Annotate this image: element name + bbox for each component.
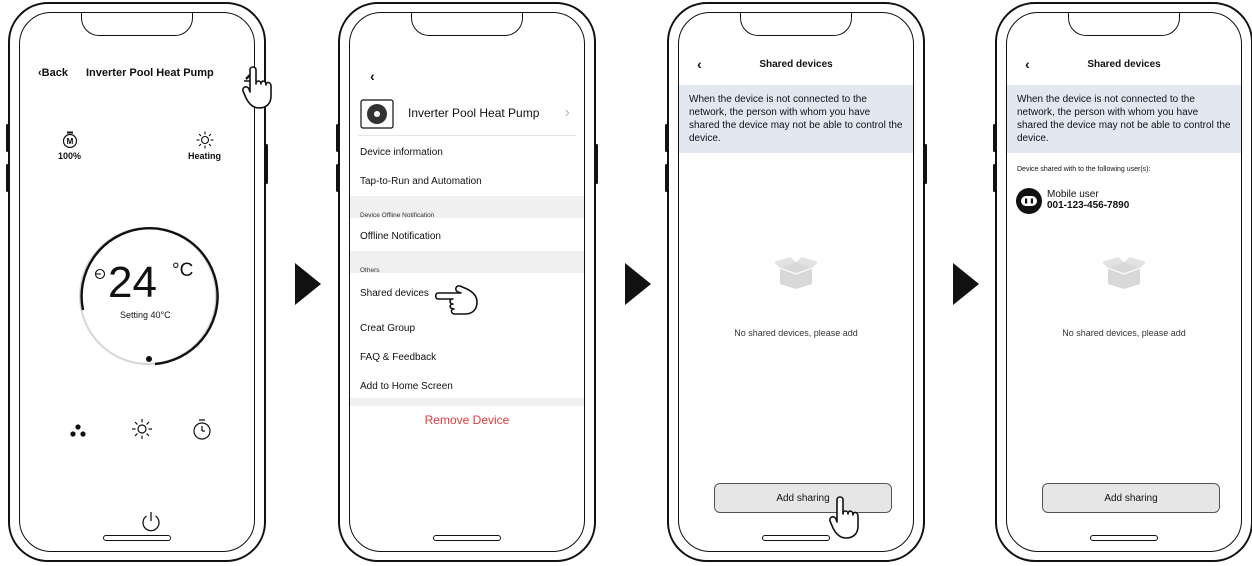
menu-shared-devices[interactable]: Shared devices	[360, 288, 429, 299]
phone-shared-empty-screen: ‹ Shared devices When the device is not …	[665, 2, 927, 562]
device-name: Inverter Pool Heat Pump	[408, 106, 540, 120]
phone-notch	[740, 13, 852, 36]
menu-faq-feedback[interactable]: FAQ & Feedback	[360, 352, 436, 363]
flow-arrow-1	[295, 263, 321, 305]
menu-device-information[interactable]: Device information	[360, 147, 443, 158]
flow-arrow-3	[953, 263, 979, 305]
section-label-others: Others	[360, 267, 380, 274]
pointing-hand-icon	[829, 496, 859, 539]
menu-add-home-screen[interactable]: Add to Home Screen	[360, 381, 453, 392]
avatar	[1016, 188, 1042, 214]
menu-tap-to-run[interactable]: Tap-to-Run and Automation	[360, 176, 482, 187]
mode-status[interactable]: Heating	[188, 131, 221, 161]
phone-settings-screen: ‹ Inverter Pool Heat Pump › Device infor…	[336, 2, 598, 562]
shared-user[interactable]: Mobile user 001-123-456-7890	[1047, 189, 1129, 211]
phone-control-screen: ‹Back Inverter Pool Heat Pump M 100% Hea…	[6, 2, 272, 562]
setpoint-label: Setting 40°C	[120, 310, 171, 320]
chevron-right-icon: ›	[564, 104, 570, 121]
temperature-unit: °C	[172, 260, 194, 281]
empty-state-message: No shared devices, please add	[1062, 328, 1186, 338]
heat-mode-icon	[94, 268, 106, 280]
power-icon[interactable]	[141, 511, 161, 533]
svg-text:M: M	[66, 137, 73, 146]
pointing-hand-icon	[435, 285, 478, 315]
add-sharing-button[interactable]: Add sharing	[1042, 483, 1220, 513]
phone-notch	[1068, 13, 1180, 36]
pointing-hand-icon	[242, 66, 272, 109]
back-button[interactable]: ‹Back	[38, 67, 68, 79]
section-divider	[350, 251, 584, 273]
page-title: Shared devices	[759, 59, 833, 70]
user-avatar-icon	[1021, 196, 1037, 206]
sun-icon[interactable]	[131, 418, 153, 440]
section-divider	[350, 398, 584, 406]
phone-notch	[81, 13, 193, 36]
menu-offline-notification[interactable]: Offline Notification	[360, 231, 441, 242]
home-indicator	[1090, 535, 1158, 541]
device-header-row[interactable]: Inverter Pool Heat Pump ›	[358, 93, 576, 136]
phone-shared-list-screen: ‹ Shared devices When the device is not …	[993, 2, 1252, 562]
timer-icon[interactable]	[192, 419, 212, 441]
motor-status[interactable]: M 100%	[58, 131, 81, 161]
home-indicator	[103, 535, 171, 541]
empty-box-icon	[774, 257, 818, 289]
empty-state-message: No shared devices, please add	[734, 328, 858, 338]
motor-icon: M	[62, 131, 77, 149]
back-button[interactable]: ‹	[370, 68, 375, 84]
temperature-value: 24	[108, 258, 157, 307]
home-indicator	[433, 535, 501, 541]
empty-box-icon	[1102, 257, 1146, 289]
menu-creat-group[interactable]: Creat Group	[360, 323, 415, 334]
home-indicator	[762, 535, 830, 541]
mode-value: Heating	[188, 151, 222, 161]
user-phone: 001-123-456-7890	[1047, 200, 1130, 211]
page-title: Shared devices	[1087, 59, 1161, 70]
chevron-left-icon: ‹	[370, 68, 375, 84]
heat-pump-icon	[360, 99, 394, 129]
user-name: Mobile user	[1047, 189, 1099, 200]
flow-arrow-2	[625, 263, 651, 305]
section-label-offline: Device Offline Notification	[360, 212, 435, 219]
phone-notch	[411, 13, 523, 36]
shared-with-label: Device shared with to the following user…	[1017, 166, 1151, 173]
offline-notice: When the device is not connected to the …	[1007, 85, 1241, 153]
page-title: Inverter Pool Heat Pump	[86, 67, 214, 79]
add-sharing-button[interactable]: Add sharing	[714, 483, 892, 513]
remove-device-button[interactable]: Remove Device	[350, 413, 584, 427]
offline-notice: When the device is not connected to the …	[679, 85, 913, 153]
sun-icon	[196, 131, 213, 149]
motor-value: 100%	[58, 151, 82, 161]
fan-icon[interactable]	[68, 421, 88, 441]
